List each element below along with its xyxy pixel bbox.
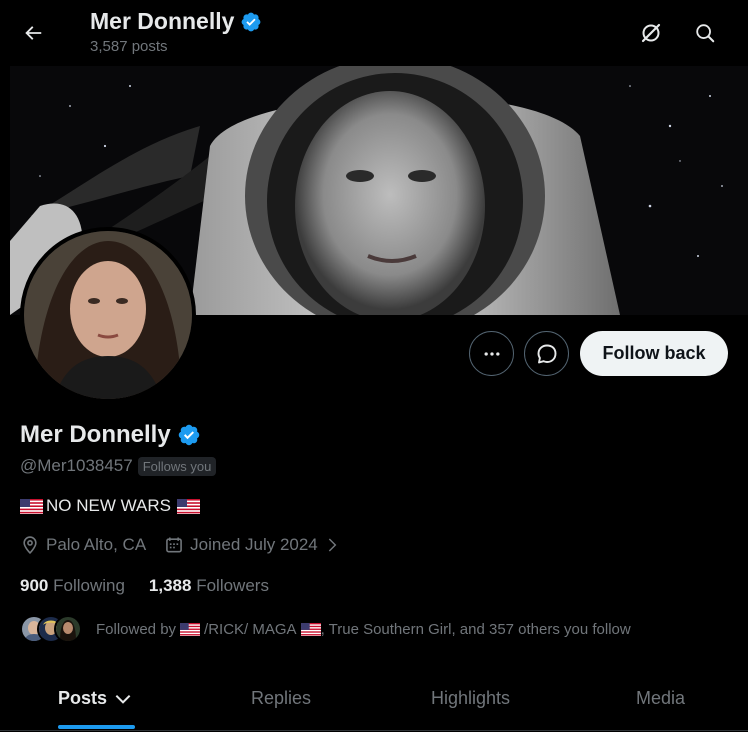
posts-count: 3,587 posts: [90, 38, 168, 55]
grok-button[interactable]: [632, 14, 670, 52]
us-flag-icon: [20, 498, 43, 514]
tab-label: Highlights: [431, 688, 511, 708]
tab-media[interactable]: Media: [636, 665, 685, 732]
location: Palo Alto, CA: [20, 535, 146, 555]
followed-by-text[interactable]: Followed by /RICK/ MAGA , True Southern …: [96, 621, 631, 638]
profile-tabs: Posts Replies Highlights Media: [0, 665, 748, 732]
header-name: Mer Donnelly: [90, 8, 235, 34]
followers-count: 1,388: [148, 576, 192, 595]
search-icon: [696, 24, 715, 43]
message-button[interactable]: [524, 331, 569, 376]
tab-posts[interactable]: Posts: [58, 665, 133, 732]
profile-avatar[interactable]: [20, 227, 196, 403]
bio-text: NO NEW WARS: [46, 496, 171, 515]
joined-text: Joined July 2024: [190, 535, 318, 554]
chat-bubble-icon: [537, 344, 556, 363]
chevron-down-icon: [115, 694, 131, 704]
profile-name-row: Mer Donnelly: [20, 421, 201, 449]
arrow-left-icon: [25, 26, 42, 40]
following-link[interactable]: 900 Following: [20, 576, 125, 596]
calendar-icon: [166, 537, 183, 553]
header-title: Mer Donnelly: [90, 8, 262, 35]
followed-by-name1: /RICK/ MAGA: [204, 620, 297, 638]
us-flag-icon: [300, 622, 321, 636]
followed-by-row[interactable]: Followed by /RICK/ MAGA , True Southern …: [20, 615, 631, 643]
profile-bio: NO NEW WARS: [20, 496, 200, 516]
profile-handle: @Mer1038457: [20, 456, 133, 475]
follows-you-badge: Follows you: [137, 456, 217, 476]
tab-label: Posts: [58, 688, 108, 708]
followed-by-avatars: [20, 615, 82, 643]
profile-name: Mer Donnelly: [20, 421, 171, 448]
joined-date[interactable]: Joined July 2024: [164, 535, 340, 555]
tab-label: Replies: [251, 688, 312, 708]
back-button[interactable]: [14, 14, 52, 52]
followers-link[interactable]: 1,388 Followers: [149, 576, 269, 596]
following-label: Following: [53, 576, 125, 595]
verified-badge-icon: [242, 12, 261, 31]
divider: [0, 730, 748, 731]
followed-by-rest: , True Southern Girl, and 357 others you…: [320, 620, 631, 638]
profile-meta: Palo Alto, CA Joined July 2024: [20, 535, 358, 555]
follow-back-button[interactable]: Follow back: [580, 331, 728, 376]
avatar: [54, 615, 82, 643]
search-button[interactable]: [686, 14, 724, 52]
verified-badge-icon[interactable]: [177, 423, 201, 447]
tab-highlights[interactable]: Highlights: [431, 665, 510, 732]
chevron-right-icon: [328, 538, 337, 552]
tab-label: Media: [636, 688, 686, 708]
us-flag-icon: [176, 498, 200, 514]
active-tab-indicator: [58, 725, 135, 729]
location-pin-icon: [23, 536, 37, 555]
more-horizontal-icon: [484, 351, 499, 356]
header-title-block: Mer Donnelly 3,587 posts: [90, 8, 262, 55]
top-bar: Mer Donnelly 3,587 posts: [0, 0, 748, 66]
followed-by-prefix: Followed by: [96, 620, 177, 638]
location-text: Palo Alto, CA: [46, 535, 147, 554]
handle-row: @Mer1038457 Follows you: [20, 456, 217, 476]
us-flag-icon: [180, 622, 201, 636]
followers-label: Followers: [196, 576, 269, 595]
following-count: 900: [20, 576, 49, 595]
grok-icon: [641, 23, 661, 43]
follow-counts: 900 Following 1,388 Followers: [20, 576, 269, 596]
more-options-button[interactable]: [469, 331, 514, 376]
tab-replies[interactable]: Replies: [251, 665, 311, 732]
